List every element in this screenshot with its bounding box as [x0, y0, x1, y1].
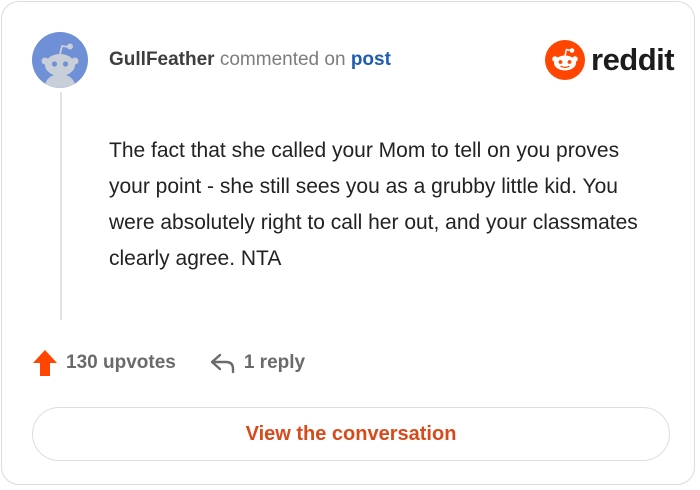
post-link[interactable]: post	[351, 49, 391, 70]
reddit-logo[interactable]: reddit	[545, 40, 675, 80]
comment-body: The fact that she called your Mom to tel…	[109, 139, 638, 270]
reply-button[interactable]: 1 reply	[210, 352, 305, 374]
comment-card: GullFeather commented on post reddit The…	[1, 1, 695, 485]
view-conversation-button[interactable]: View the conversation	[32, 407, 670, 461]
comment-header: GullFeather commented on post	[109, 48, 391, 72]
reply-arrow-icon	[210, 353, 235, 374]
username[interactable]: GullFeather	[109, 49, 215, 70]
upvote-count: 130 upvotes	[66, 352, 176, 373]
reddit-snoo-icon	[545, 40, 585, 80]
user-avatar[interactable]	[32, 32, 88, 88]
thread-line[interactable]	[60, 92, 62, 320]
action-text: commented on	[219, 49, 346, 70]
upvote-button[interactable]: 130 upvotes	[32, 349, 176, 377]
reddit-wordmark: reddit	[591, 42, 675, 77]
comment-actions: 130 upvotes 1 reply	[32, 347, 305, 379]
snoo-avatar-icon	[32, 32, 88, 88]
upvote-arrow-icon	[33, 350, 57, 376]
reply-count: 1 reply	[243, 352, 306, 373]
